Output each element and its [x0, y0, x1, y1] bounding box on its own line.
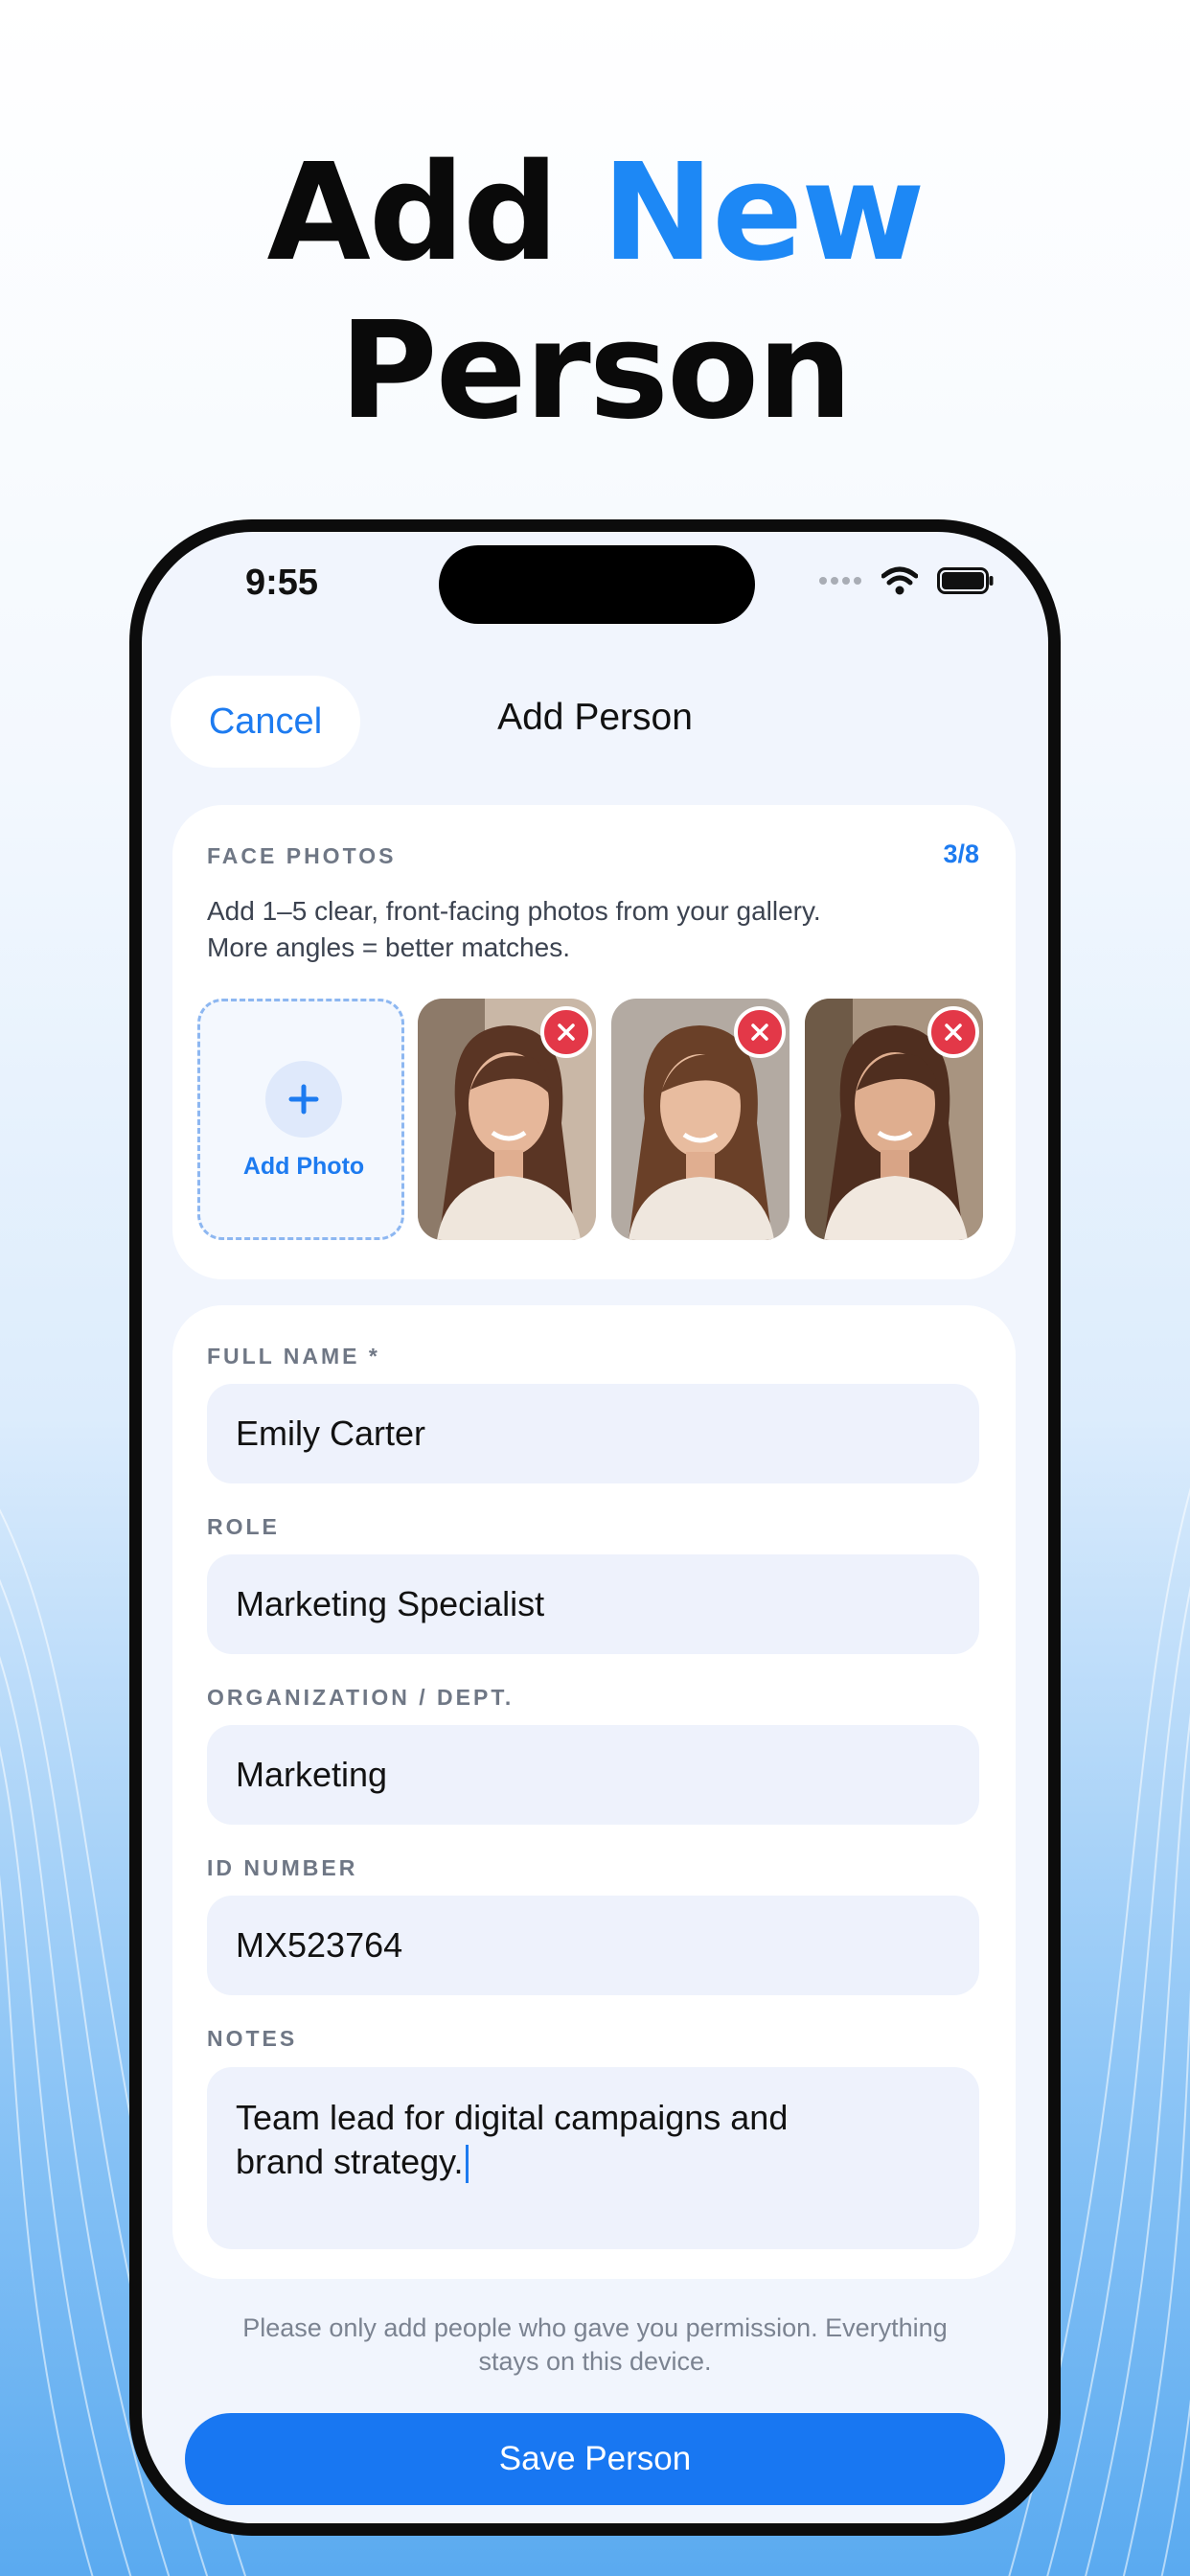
notes-line-2-text: brand strategy.	[236, 2142, 464, 2181]
photos-helper-text: Add 1–5 clear, front-facing photos from …	[207, 893, 983, 966]
remove-photo-button[interactable]	[734, 1006, 786, 1058]
save-person-button[interactable]: Save Person	[185, 2413, 1005, 2505]
remove-photo-button[interactable]	[540, 1006, 592, 1058]
full-name-label: FULL NAME *	[207, 1344, 380, 1368]
helper-line-2: More angles = better matches.	[207, 932, 570, 962]
dynamic-island	[439, 545, 755, 624]
photo-counter: 3/8	[943, 840, 979, 868]
face-photos-label: FACE PHOTOS	[207, 843, 397, 868]
organization-field[interactable]: Marketing	[207, 1725, 979, 1825]
close-icon	[751, 1024, 768, 1041]
status-icons	[818, 566, 995, 595]
battery-icon	[937, 567, 994, 594]
close-icon	[945, 1024, 962, 1041]
status-time: 9:55	[245, 563, 319, 603]
face-photo-thumbnail[interactable]	[805, 999, 983, 1240]
face-photos-card: FACE PHOTOS 3/8 Add 1–5 clear, front-fac…	[172, 805, 1016, 1279]
helper-line-1: Add 1–5 clear, front-facing photos from …	[207, 896, 821, 926]
headline-line2: Person	[339, 293, 853, 449]
plus-icon	[265, 1061, 342, 1138]
role-label: ROLE	[207, 1514, 280, 1539]
id-number-field[interactable]: MX523764	[207, 1896, 979, 1995]
add-photo-label: Add Photo	[242, 1153, 365, 1180]
notes-text: Team lead for digital campaigns and bran…	[236, 2096, 788, 2184]
wifi-icon	[881, 566, 918, 595]
full-name-field[interactable]: Emily Carter	[207, 1384, 979, 1484]
remove-photo-button[interactable]	[927, 1006, 979, 1058]
disclaimer-line-2: stays on this device.	[478, 2347, 712, 2376]
id-number-label: ID NUMBER	[207, 1855, 358, 1880]
add-photo-button[interactable]: Add Photo	[197, 999, 404, 1240]
person-form-card: FULL NAME * Emily Carter ROLE Marketing …	[172, 1305, 1016, 2279]
privacy-disclaimer: Please only add people who gave you perm…	[199, 2312, 991, 2379]
notes-field[interactable]: Team lead for digital campaigns and bran…	[207, 2067, 979, 2249]
notes-line-2: brand strategy.	[236, 2140, 788, 2184]
headline-plain-word: Add	[266, 135, 560, 291]
role-field[interactable]: Marketing Specialist	[207, 1554, 979, 1654]
headline-line1: Add New	[0, 134, 1190, 292]
face-photo-thumbnail[interactable]	[611, 999, 790, 1240]
phone-screen: 9:55 Cancel Add Person FACE PHOTOS 3/8 A…	[142, 532, 1048, 2523]
signal-dots-icon	[819, 577, 861, 585]
organization-label: ORGANIZATION / DEPT.	[207, 1685, 515, 1710]
notes-label: NOTES	[207, 2026, 298, 2051]
disclaimer-line-1: Please only add people who gave you perm…	[242, 2313, 948, 2342]
page-title: Add Person	[497, 697, 693, 738]
notes-line-1: Team lead for digital campaigns and	[236, 2098, 789, 2137]
headline-accent-word: New	[602, 135, 925, 291]
face-photo-thumbnail[interactable]	[418, 999, 596, 1240]
text-cursor	[466, 2145, 469, 2184]
close-icon	[558, 1024, 575, 1041]
